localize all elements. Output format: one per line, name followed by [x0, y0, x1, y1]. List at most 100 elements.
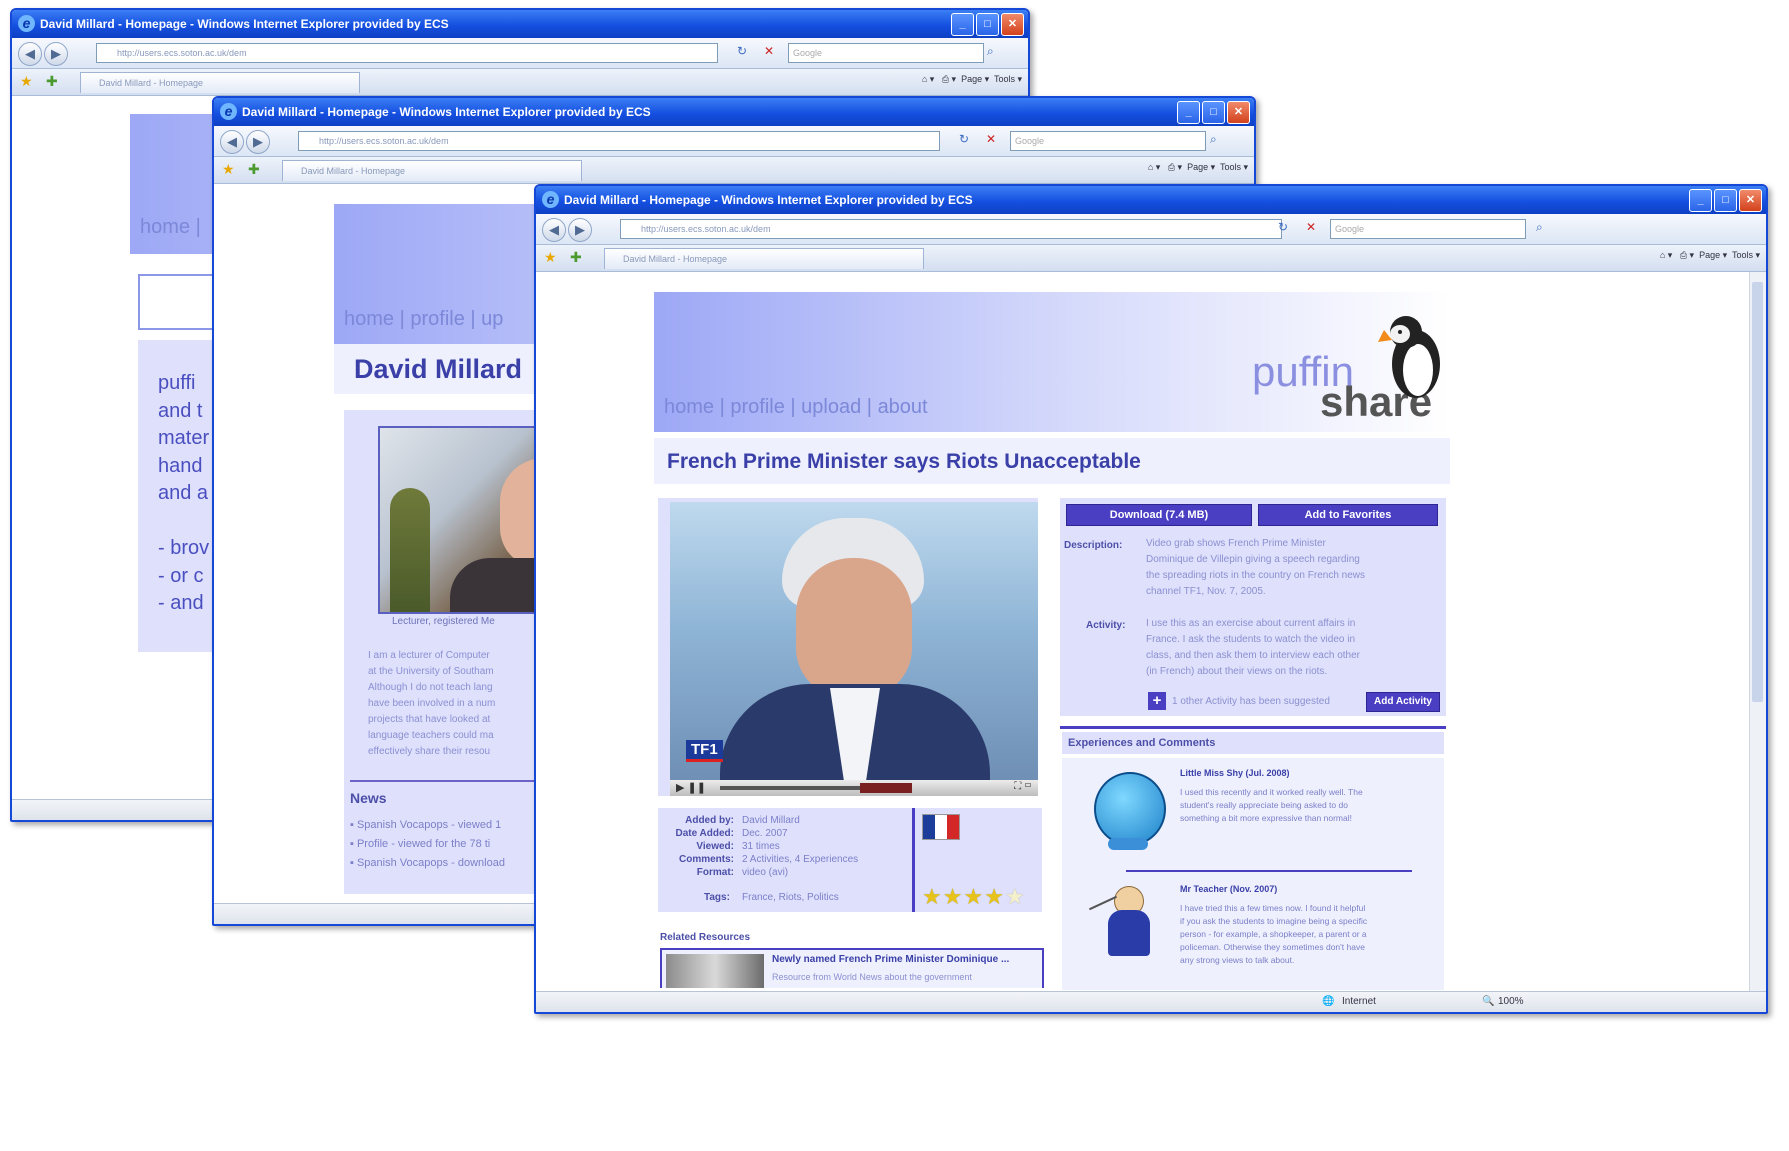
zoom-level[interactable]: 100%: [1498, 992, 1524, 1012]
page-menu[interactable]: Page: [1699, 250, 1720, 260]
tab-homepage[interactable]: David Millard - Homepage: [80, 72, 360, 93]
search-icon[interactable]: ⌕: [987, 44, 994, 59]
title-bar[interactable]: e David Millard - Homepage - Windows Int…: [536, 186, 1766, 214]
title-bar[interactable]: e David Millard - Homepage - Windows Int…: [214, 98, 1254, 126]
nav-about[interactable]: about: [878, 396, 928, 419]
expand-activities-icon[interactable]: +: [1148, 692, 1166, 710]
video-frame[interactable]: TF1: [670, 502, 1038, 780]
scrollbar-thumb[interactable]: [1752, 282, 1763, 702]
site-nav: home | profile | up: [344, 308, 503, 331]
window-title: David Millard - Homepage - Windows Inter…: [564, 193, 973, 207]
favorites-star-icon[interactable]: ★: [222, 161, 235, 178]
address-input[interactable]: http://users.ecs.soton.ac.uk/dem: [298, 131, 940, 151]
star-icon[interactable]: ★: [922, 884, 943, 909]
news-item[interactable]: ▪ Spanish Vocapops - download: [350, 854, 505, 873]
stop-icon[interactable]: ✕: [1306, 220, 1316, 234]
print-icon[interactable]: ⎙ ▾: [1168, 162, 1182, 172]
nav-upload[interactable]: up: [481, 308, 503, 331]
ie-logo-icon: e: [220, 103, 237, 120]
metadata-value: Dec. 2007: [742, 828, 788, 839]
related-title[interactable]: Newly named French Prime Minister Domini…: [772, 954, 1009, 965]
forward-button[interactable]: ▶: [44, 42, 68, 66]
maximize-button[interactable]: □: [1202, 101, 1225, 124]
address-input[interactable]: http://users.ecs.soton.ac.uk/dem: [96, 43, 718, 63]
page-content: home | profile | upload | about puffin s…: [536, 272, 1766, 992]
back-button[interactable]: ◀: [542, 218, 566, 242]
page-menu[interactable]: Page: [961, 74, 982, 84]
home-icon[interactable]: ⌂ ▾: [1660, 250, 1672, 260]
related-item[interactable]: Newly named French Prime Minister Domini…: [660, 948, 1044, 988]
minimize-button[interactable]: _: [1689, 189, 1712, 212]
forward-button[interactable]: ▶: [568, 218, 592, 242]
download-button[interactable]: Download (7.4 MB): [1066, 504, 1252, 526]
tools-menu[interactable]: Tools: [1732, 250, 1753, 260]
star-icon[interactable]: ★: [984, 884, 1005, 909]
news-item[interactable]: ▪ Spanish Vocapops - viewed 1: [350, 816, 505, 835]
site-logo[interactable]: puffin share: [1252, 312, 1448, 430]
title-bar[interactable]: e David Millard - Homepage - Windows Int…: [12, 10, 1028, 38]
tab-homepage[interactable]: David Millard - Homepage: [282, 160, 582, 181]
add-favorites-icon[interactable]: ✚: [248, 161, 260, 178]
maximize-button[interactable]: □: [976, 13, 999, 36]
nav-home[interactable]: home: [344, 308, 394, 331]
zoom-icon[interactable]: 🔍: [1482, 992, 1494, 1012]
back-button[interactable]: ◀: [18, 42, 42, 66]
nav-upload[interactable]: upload: [801, 396, 861, 419]
tab-homepage[interactable]: David Millard - Homepage: [604, 248, 924, 269]
nav-profile[interactable]: profile: [410, 308, 464, 331]
refresh-icon[interactable]: ↻: [1278, 220, 1288, 234]
play-icon[interactable]: ▶ ❚❚: [676, 781, 706, 794]
experiences-heading: Experiences and Comments: [1068, 737, 1216, 749]
metadata-row: Added by: David Millard: [664, 814, 904, 827]
rating-stars[interactable]: ★★★★★: [922, 884, 1026, 910]
print-icon[interactable]: ⎙ ▾: [1680, 250, 1694, 260]
vertical-scrollbar[interactable]: [1749, 272, 1766, 992]
video-controls[interactable]: ▶ ❚❚ ⛶ ▭: [670, 780, 1038, 796]
search-icon[interactable]: ⌕: [1210, 132, 1217, 147]
home-icon[interactable]: ⌂ ▾: [1148, 162, 1160, 172]
add-activity-button[interactable]: Add Activity: [1366, 692, 1440, 712]
nav-home[interactable]: home: [140, 216, 190, 239]
star-icon[interactable]: ★: [1005, 884, 1026, 909]
maximize-button[interactable]: □: [1714, 189, 1737, 212]
add-favorites-icon[interactable]: ✚: [570, 249, 582, 266]
news-item[interactable]: ▪ Profile - viewed for the 78 ti: [350, 835, 505, 854]
search-icon[interactable]: ⌕: [1536, 220, 1543, 235]
page-menu[interactable]: Page: [1187, 162, 1208, 172]
star-icon[interactable]: ★: [963, 884, 984, 909]
nav-profile[interactable]: profile: [730, 396, 784, 419]
description-line: the spreading riots in the country on Fr…: [1146, 570, 1366, 581]
fullscreen-icon[interactable]: ⛶ ▭: [1014, 781, 1032, 792]
volume-bar[interactable]: [860, 783, 912, 793]
address-input[interactable]: http://users.ecs.soton.ac.uk/dem: [620, 219, 1282, 239]
search-input[interactable]: Google: [788, 43, 984, 63]
forward-button[interactable]: ▶: [246, 130, 270, 154]
video-player[interactable]: TF1 ▶ ❚❚ ⛶ ▭: [658, 498, 1038, 796]
close-button[interactable]: ✕: [1001, 13, 1024, 36]
close-button[interactable]: ✕: [1739, 189, 1762, 212]
refresh-icon[interactable]: ↻: [959, 132, 969, 146]
add-to-favorites-button[interactable]: Add to Favorites: [1258, 504, 1438, 526]
stop-icon[interactable]: ✕: [986, 132, 996, 146]
search-input[interactable]: Google: [1010, 131, 1206, 151]
refresh-icon[interactable]: ↻: [737, 44, 747, 58]
tools-menu[interactable]: Tools: [1220, 162, 1241, 172]
activity-suggested-text[interactable]: 1 other Activity has been suggested: [1172, 694, 1330, 710]
activity-line: France. I ask the students to watch the …: [1146, 634, 1356, 645]
minimize-button[interactable]: _: [951, 13, 974, 36]
back-button[interactable]: ◀: [220, 130, 244, 154]
favorites-star-icon[interactable]: ★: [544, 249, 557, 266]
stop-icon[interactable]: ✕: [764, 44, 774, 58]
search-input[interactable]: Google: [1330, 219, 1526, 239]
tools-menu[interactable]: Tools: [994, 74, 1015, 84]
minimize-button[interactable]: _: [1177, 101, 1200, 124]
tab-bar: ★ ✚ David Millard - Homepage ⌂ ▾ ⎙ ▾ Pag…: [12, 69, 1028, 96]
close-button[interactable]: ✕: [1227, 101, 1250, 124]
nav-home[interactable]: home: [664, 396, 714, 419]
print-icon[interactable]: ⎙ ▾: [942, 74, 956, 84]
star-icon[interactable]: ★: [943, 884, 964, 909]
seek-bar[interactable]: [720, 786, 860, 790]
favorites-star-icon[interactable]: ★: [20, 73, 33, 90]
add-favorites-icon[interactable]: ✚: [46, 73, 58, 90]
home-icon[interactable]: ⌂ ▾: [922, 74, 934, 84]
